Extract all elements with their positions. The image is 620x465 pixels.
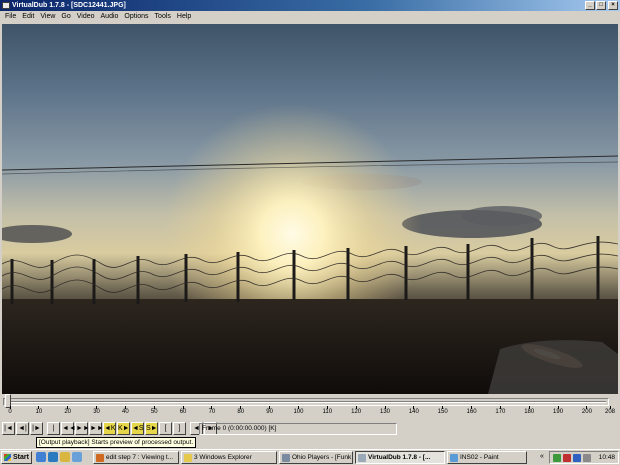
timeline-tick-label: 180 xyxy=(519,406,539,416)
taskbar-button-label: Ohio Players - [Funk ... xyxy=(292,454,353,461)
timeline-tick-label: 110 xyxy=(317,406,337,416)
maximize-button[interactable]: □ xyxy=(596,1,606,10)
taskbar-button-label: edit step 7 : Viewing t... xyxy=(106,454,174,461)
quick-launch xyxy=(36,452,82,462)
menu-options[interactable]: Options xyxy=(121,11,151,23)
taskbar-button[interactable]: Ohio Players - [Funk ... xyxy=(279,451,353,464)
minimize-button[interactable]: _ xyxy=(585,1,595,10)
task-list: edit step 7 : Viewing t... 3 Windows Expl… xyxy=(93,451,527,464)
start-button-nav[interactable]: |◄◄ xyxy=(47,422,62,443)
prev-frame-button[interactable]: ◄◄ xyxy=(61,422,76,435)
menu-go[interactable]: Go xyxy=(58,11,73,23)
timeline-tick-label: 190 xyxy=(548,406,568,416)
timeline-tick-label: 40 xyxy=(115,406,135,416)
mark-out-button[interactable]: ] xyxy=(173,422,186,435)
tray-app-icon[interactable] xyxy=(583,454,591,462)
next-frame-button[interactable]: ►► xyxy=(75,422,90,435)
explorer-icon[interactable] xyxy=(60,452,70,462)
volume-icon[interactable] xyxy=(573,454,581,462)
start-button[interactable]: Start xyxy=(1,451,32,464)
prev-keyframe-button[interactable]: ◄K xyxy=(103,422,116,435)
timeline-tick-label: 0 xyxy=(0,406,20,416)
menu-view[interactable]: View xyxy=(37,11,58,23)
media-player-icon[interactable] xyxy=(72,452,82,462)
vdub-icon xyxy=(358,454,366,462)
taskbar-button[interactable]: edit step 7 : Viewing t... xyxy=(93,451,179,464)
timeline-tick-label: 20 xyxy=(58,406,78,416)
system-tray: « 10:48 xyxy=(540,451,619,464)
folder-icon xyxy=(184,454,192,462)
video-frame-image xyxy=(2,104,618,394)
timeline-tick-label: 120 xyxy=(346,406,366,416)
menu-bar: File Edit View Go Video Audio Options To… xyxy=(0,11,620,23)
menu-video[interactable]: Video xyxy=(74,11,98,23)
taskbar-button[interactable]: INS02 - Paint xyxy=(447,451,527,464)
network-icon[interactable] xyxy=(553,454,561,462)
menu-audio[interactable]: Audio xyxy=(98,11,122,23)
timeline-tick-label: 170 xyxy=(490,406,510,416)
timeline-tick-label: 140 xyxy=(404,406,424,416)
timeline-tick-label: 60 xyxy=(173,406,193,416)
prev-scene-button[interactable]: ◄S xyxy=(131,422,144,435)
timeline-tick-label: 200 xyxy=(577,406,597,416)
menu-edit[interactable]: Edit xyxy=(19,11,37,23)
timeline-scrollbar[interactable] xyxy=(3,398,609,406)
clock: 10:48 xyxy=(598,454,615,461)
timeline-tick-label: 80 xyxy=(231,406,251,416)
play-output-button[interactable]: |► xyxy=(30,422,43,435)
video-preview xyxy=(2,24,618,394)
app-icon[interactable] xyxy=(2,2,10,9)
next-keyframe-button[interactable]: K► xyxy=(117,422,130,435)
timeline-tick-label: 30 xyxy=(87,406,107,416)
taskbar-button-label: INS02 - Paint xyxy=(460,454,499,461)
menu-tools[interactable]: Tools xyxy=(152,11,174,23)
end-button-nav[interactable]: ►►| xyxy=(89,422,106,435)
menu-file[interactable]: File xyxy=(2,11,19,23)
frame-indicator: Frame 0 (0:00:00.000) [K] xyxy=(199,423,397,435)
timeline-tick-label: 50 xyxy=(144,406,164,416)
taskbar: Start edit step 7 : Viewing t... 3 Window… xyxy=(0,449,620,465)
timeline-tick-label: 100 xyxy=(288,406,308,416)
playback-toolbar: |◄◄||►|◄◄◄◄►►►►|◄KK►◄SS►[]◄► xyxy=(2,422,217,443)
taskbar-button-label: 3 Windows Explorer xyxy=(194,454,252,461)
menu-help[interactable]: Help xyxy=(174,11,194,23)
tray-expand-icon[interactable]: « xyxy=(540,453,544,460)
timeline-tick-label: 160 xyxy=(462,406,482,416)
media-icon xyxy=(282,454,290,462)
timeline-tick-label: 90 xyxy=(260,406,280,416)
close-button[interactable]: × xyxy=(608,1,618,10)
security-icon[interactable] xyxy=(563,454,571,462)
timeline-tick-label: 10 xyxy=(29,406,49,416)
play-input-button[interactable]: ◄| xyxy=(16,422,29,435)
timeline-ticks: 0 10 20 30 40 50 60 70 80 90 100 110 120 130 140 150 160… xyxy=(8,406,615,420)
timeline-tick-label: 70 xyxy=(202,406,222,416)
status-text: [Output playback] Starts preview of proc… xyxy=(36,437,197,448)
taskbar-button-label: VirtualDub 1.7.8 - [... xyxy=(368,454,431,461)
window-title: VirtualDub 1.7.8 - [SDC12441.JPG] xyxy=(12,2,126,9)
window-controls: _ □ × xyxy=(585,1,618,10)
taskbar-button[interactable]: 3 Windows Explorer xyxy=(181,451,277,464)
timeline-tick-label: 130 xyxy=(375,406,395,416)
stop-button[interactable]: |◄ xyxy=(2,422,15,435)
show-desktop-icon[interactable] xyxy=(36,452,46,462)
timeline-tick-label: 150 xyxy=(433,406,453,416)
timeline-tick-label: 208 xyxy=(600,406,620,416)
internet-explorer-icon[interactable] xyxy=(48,452,58,462)
windows-logo-icon xyxy=(4,454,11,461)
taskbar-button[interactable]: VirtualDub 1.7.8 - [... xyxy=(355,451,445,464)
mark-in-button[interactable]: [ xyxy=(159,422,172,435)
next-scene-button[interactable]: S► xyxy=(145,422,158,435)
title-bar[interactable]: VirtualDub 1.7.8 - [SDC12441.JPG] _ □ × xyxy=(0,0,620,11)
browser-icon xyxy=(96,454,104,462)
paint-icon xyxy=(450,454,458,462)
status-bar: [Output playback] Starts preview of proc… xyxy=(0,437,620,448)
start-label: Start xyxy=(13,454,29,461)
